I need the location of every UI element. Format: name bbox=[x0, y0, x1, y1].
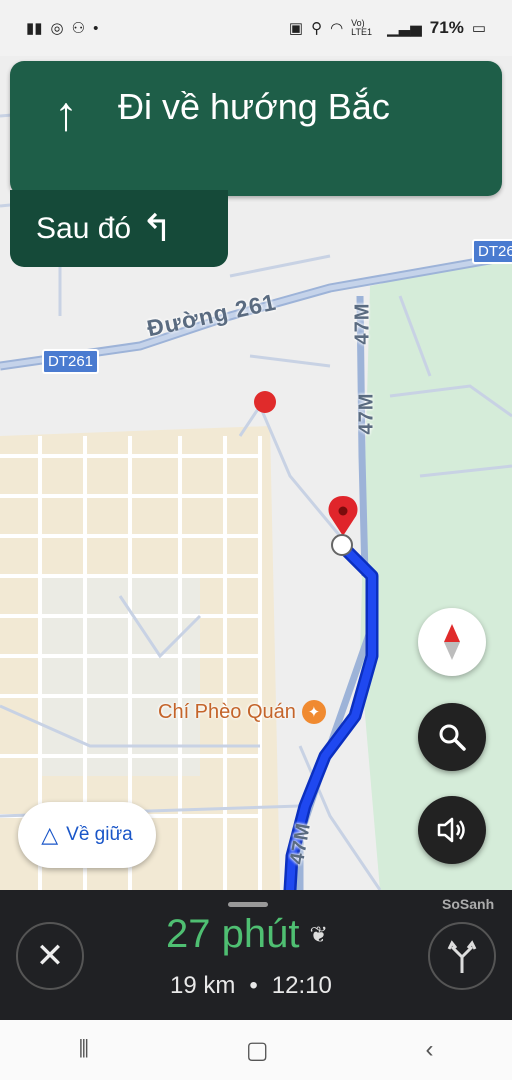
poi-name: Chí Phèo Quán bbox=[158, 700, 296, 723]
destination-pin-icon[interactable] bbox=[328, 496, 358, 536]
poi-dot[interactable] bbox=[254, 391, 276, 413]
system-nav-bar: ⦀ ▢ ‹ bbox=[0, 1020, 512, 1080]
duration-text: 27 phút bbox=[166, 912, 300, 956]
distance-text: 19 km bbox=[170, 972, 236, 999]
close-icon: ✕ bbox=[35, 937, 65, 975]
notification-icon: ◎ bbox=[50, 20, 64, 37]
navigation-arrow-icon: △ bbox=[41, 822, 59, 847]
recenter-label: Về giữa bbox=[66, 824, 133, 845]
separator: • bbox=[249, 972, 258, 999]
signal-icon: ▮▮ bbox=[26, 20, 43, 37]
sound-button[interactable] bbox=[418, 796, 486, 864]
recent-apps-icon[interactable]: ⦀ bbox=[78, 1036, 89, 1064]
battery-icon: ▭ bbox=[471, 20, 486, 37]
trip-panel[interactable]: ✕ 27 phút ❦ 19 km • 12:10 bbox=[0, 890, 512, 1020]
status-bar: ▮▮ ◎ ⚇ • ▣ ⚲ ◠ Vo) LTE1 ▁▃▅ 71% ▭ bbox=[0, 0, 512, 56]
arrival-time: 12:10 bbox=[271, 972, 332, 999]
search-button[interactable] bbox=[418, 703, 486, 771]
volume-icon bbox=[437, 817, 465, 843]
restaurant-icon: ✦ bbox=[301, 700, 326, 724]
current-location-icon bbox=[331, 534, 353, 556]
trip-details: 19 km • 12:10 bbox=[170, 972, 332, 1000]
search-icon bbox=[439, 724, 466, 751]
notification-icon: ⚇ bbox=[71, 20, 86, 37]
cell-signal-icon: ▁▃▅ bbox=[387, 20, 422, 37]
wifi-icon: ◠ bbox=[330, 20, 344, 37]
battery-level: 71% bbox=[429, 18, 464, 37]
recenter-button[interactable]: △ Về giữa bbox=[18, 802, 156, 868]
then-label: Sau đó bbox=[36, 211, 132, 245]
eco-leaf-icon: ❦ bbox=[309, 921, 328, 947]
compass-icon bbox=[444, 624, 460, 660]
road-shield-dt261: DT261 bbox=[42, 349, 100, 374]
location-icon: ⚲ bbox=[311, 20, 323, 37]
direction-instruction: Đi về hướng Bắc bbox=[118, 86, 390, 127]
alternate-routes-button[interactable] bbox=[428, 922, 496, 990]
lock-icon: ▣ bbox=[288, 20, 304, 37]
direction-banner[interactable]: ↑ Đi về hướng Bắc bbox=[10, 61, 502, 196]
turn-left-icon: ↰ bbox=[141, 207, 173, 250]
road-shield-dt26: DT26 bbox=[472, 239, 512, 264]
highway-label-47m: 47M bbox=[355, 392, 378, 435]
compass-button[interactable] bbox=[418, 608, 486, 676]
route-fork-icon bbox=[447, 940, 477, 973]
next-turn-box[interactable]: Sau đó ↰ bbox=[10, 190, 228, 267]
drag-handle[interactable] bbox=[228, 902, 268, 907]
watermark: SoSanh bbox=[442, 896, 495, 912]
status-left: ▮▮ ◎ ⚇ • bbox=[26, 19, 99, 38]
straight-arrow-icon: ↑ bbox=[54, 88, 78, 141]
lte-label: Vo) LTE1 bbox=[351, 18, 373, 37]
poi-chi-pheo-quan[interactable]: Chí Phèo Quán ✦ bbox=[158, 700, 326, 724]
highway-label-47m: 47M bbox=[351, 302, 374, 345]
dot-icon: • bbox=[93, 19, 99, 37]
trip-duration: 27 phút ❦ bbox=[166, 912, 328, 957]
close-navigation-button[interactable]: ✕ bbox=[16, 922, 84, 990]
home-icon[interactable]: ▢ bbox=[246, 1036, 269, 1065]
status-right: ▣ ⚲ ◠ Vo) LTE1 ▁▃▅ 71% ▭ bbox=[289, 18, 486, 38]
back-icon[interactable]: ‹ bbox=[426, 1036, 434, 1064]
